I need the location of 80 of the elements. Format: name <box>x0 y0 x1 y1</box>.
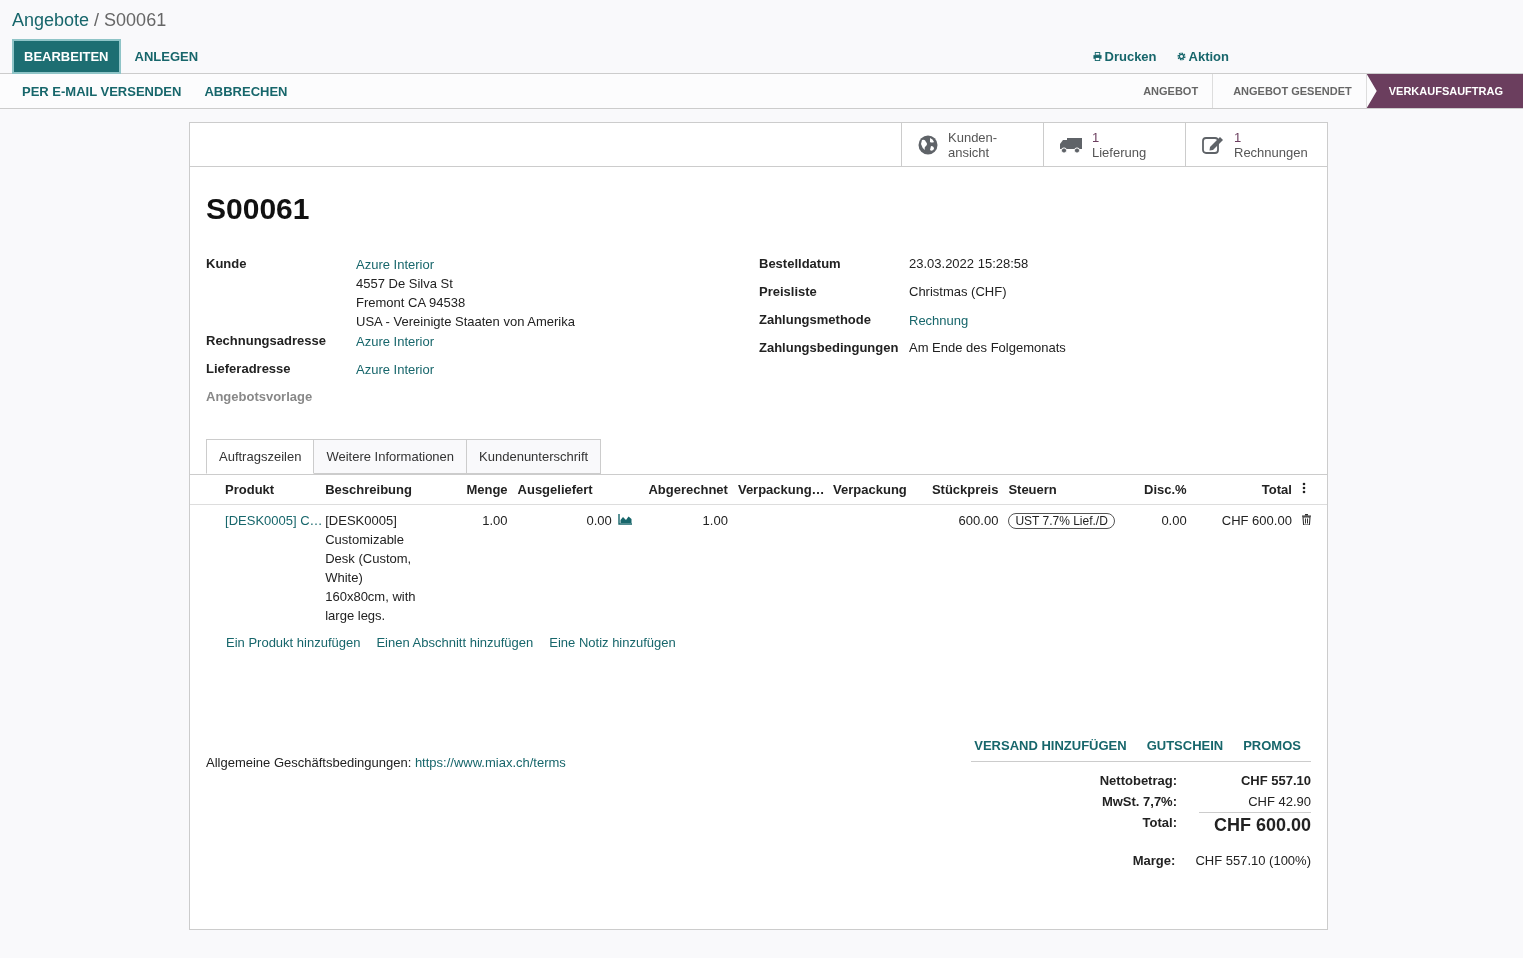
field-value: Christmas (CHF) <box>909 283 1007 301</box>
edit-button[interactable]: BEARBEITEN <box>12 39 121 74</box>
breadcrumb-link[interactable]: Angebote <box>12 10 90 30</box>
column-header[interactable]: Steuern <box>1003 474 1114 505</box>
kebab-menu-icon[interactable] <box>1301 482 1306 494</box>
field-link[interactable]: Rechnung <box>909 311 969 330</box>
footer-button[interactable]: VERSAND HINZUFÜGEN <box>964 730 1137 761</box>
unit-price-cell: 600.00 <box>958 513 999 528</box>
terms-link[interactable]: https://www.miax.ch/terms <box>411 755 566 770</box>
total-label: MwSt. 7,7%: <box>1100 793 1177 811</box>
column-header[interactable]: Abgerechnet <box>637 474 733 505</box>
field-value: Fremont CA 94538 <box>356 294 467 312</box>
field-value: 23.03.2022 15:28:58 <box>909 255 1029 273</box>
product-cell[interactable]: [DESK0005] C… <box>225 513 323 528</box>
status-stage[interactable]: ANGEBOT GESENDET <box>1213 74 1367 108</box>
field-value: USA - Vereinigte Staaten von Amerika <box>356 313 575 331</box>
total-value: CHF 42.90 <box>1247 793 1311 811</box>
margin-value: CHF 557.10 (100%) <box>1195 853 1311 868</box>
field-label: Bestelldatum <box>759 255 842 273</box>
trash-icon[interactable] <box>1301 514 1311 525</box>
status-stage[interactable]: ANGEBOT <box>1123 74 1214 108</box>
delivery-button[interactable]: 1 Lieferung <box>1043 123 1185 166</box>
edit-icon <box>1202 135 1224 154</box>
printer-icon <box>1092 52 1102 61</box>
area-chart-icon[interactable] <box>617 514 633 525</box>
globe-icon <box>918 134 938 155</box>
column-header[interactable]: Disc.% <box>1113 474 1192 505</box>
gear-icon <box>1176 52 1186 61</box>
tab[interactable]: Weitere Informationen <box>314 439 468 474</box>
column-header[interactable]: Ausgeliefert <box>512 474 638 505</box>
invoiced-cell: 1.00 <box>702 513 728 528</box>
field-label: Lieferadresse <box>206 360 292 378</box>
column-header[interactable]: Produkt <box>220 474 321 505</box>
footer-button[interactable]: PROMOS <box>1233 730 1311 761</box>
add-line-link[interactable]: Eine Notiz hinzufügen <box>549 635 676 650</box>
field-label: Rechnungsadresse <box>206 332 327 350</box>
total-label: Total: <box>1141 814 1177 832</box>
field-value: Am Ende des Folgemonats <box>909 339 1066 357</box>
action-dropdown[interactable]: Aktion <box>1176 49 1229 64</box>
tab[interactable]: Auftragszeilen <box>206 439 315 474</box>
column-header[interactable]: Verpackung… <box>732 474 829 505</box>
header-button[interactable]: PER E-MAIL VERSENDEN <box>12 75 192 107</box>
tab[interactable]: Kundenunterschrift <box>467 439 602 474</box>
field-link[interactable]: Azure Interior <box>356 255 575 274</box>
total-value: CHF 557.10 <box>1239 772 1311 790</box>
header-button[interactable]: ABBRECHEN <box>194 75 298 107</box>
field-label: Preisliste <box>759 283 818 301</box>
total-cell: CHF 600.00 <box>1221 513 1292 528</box>
field-label: Zahlungsmethode <box>759 311 872 329</box>
quantity-cell: 1.00 <box>482 513 508 528</box>
margin-label: Marge: <box>1132 853 1176 868</box>
delivered-cell: 0.00 <box>586 513 612 528</box>
total-label: Nettobetrag: <box>1098 772 1177 790</box>
field-link[interactable]: Azure Interior <box>356 332 435 351</box>
breadcrumb-separator: / <box>93 10 101 30</box>
column-header[interactable]: Verpackung <box>828 474 919 505</box>
column-header[interactable]: Menge <box>432 474 513 505</box>
column-header[interactable]: Beschreibung <box>320 474 433 505</box>
total-value: CHF 600.00 <box>1199 812 1311 839</box>
breadcrumb-current: S00061 <box>104 10 167 30</box>
description-cell: [DESK0005] Customizable Desk (Custom, White) 160x80cm, with large legs. <box>325 513 416 623</box>
terms-label: Allgemeine Geschäftsbedingungen: <box>206 755 412 770</box>
print-dropdown[interactable]: Drucken <box>1092 49 1157 64</box>
status-stage[interactable]: VERKAUFSAUFTRAG <box>1366 74 1523 108</box>
truck-icon <box>1060 135 1082 154</box>
field-label: Angebotsvorlage <box>206 388 314 406</box>
field-link[interactable]: Azure Interior <box>356 360 435 379</box>
order-number: S00061 <box>206 192 311 226</box>
customer-preview-button[interactable]: Kunden- ansicht <box>901 123 1043 166</box>
create-button[interactable]: ANLEGEN <box>124 41 209 72</box>
column-header[interactable]: Stückpreis <box>918 474 1004 505</box>
invoices-button[interactable]: 1 Rechnungen <box>1185 123 1327 166</box>
footer-button[interactable]: GUTSCHEIN <box>1136 730 1234 761</box>
add-line-link[interactable]: Einen Abschnitt hinzufügen <box>376 635 534 650</box>
column-header[interactable]: Total <box>1191 474 1297 505</box>
field-label: Zahlungsbedingungen <box>759 339 900 357</box>
field-label: Kunde <box>206 255 248 273</box>
add-line-link[interactable]: Ein Produkt hinzufügen <box>226 635 361 650</box>
discount-cell: 0.00 <box>1161 513 1187 528</box>
field-value: 4557 De Silva St <box>356 275 454 293</box>
